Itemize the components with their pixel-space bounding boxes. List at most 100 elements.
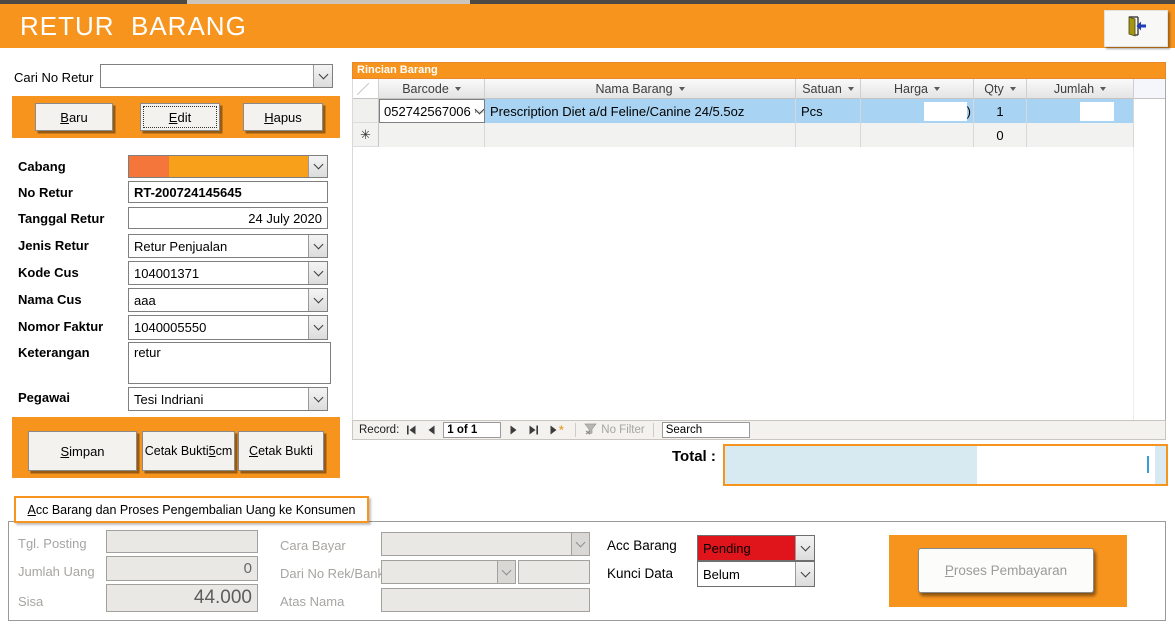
first-record-icon[interactable] [403,422,419,438]
qty-cell-new[interactable]: 0 [974,123,1027,147]
barcode-value: 052742567006 [380,104,475,119]
cara-bayar-label: Cara Bayar [280,538,346,553]
proses-pembayaran-button[interactable]: Proses Pembayaran [918,548,1094,593]
row-filler [1134,99,1165,123]
cabang-value [129,156,308,177]
exit-door-icon [1123,14,1149,43]
jenis-retur-label: Jenis Retur [18,238,89,253]
jumlah-redaction [1080,102,1114,121]
cara-bayar-dropdown-icon [571,533,589,555]
tanggal-retur-label: Tanggal Retur [18,211,104,226]
sisa-label: Sisa [18,594,43,609]
baru-button[interactable]: Baru [35,103,113,131]
column-header-jumlah[interactable]: Jumlah [1027,79,1134,99]
jenis-retur-dropdown-icon[interactable] [308,235,327,257]
nama-cus-combobox[interactable]: aaa [128,288,328,312]
last-record-icon[interactable] [525,422,541,438]
cari-no-retur-combobox[interactable] [100,64,333,88]
record-navigation-bar: Record: * No Filter [352,420,1166,440]
total-field[interactable] [723,444,1168,486]
kode-cus-combobox[interactable]: 104001371 [128,261,328,285]
kode-cus-dropdown-icon[interactable] [308,262,327,284]
row-selector[interactable] [353,99,379,123]
sort-dropdown-icon[interactable] [1100,87,1106,91]
pegawai-combobox[interactable]: Tesi Indriani [128,387,328,411]
edit-button[interactable]: Edit [140,103,220,131]
no-retur-input[interactable] [128,181,328,203]
cetak-bukti-5cm-button[interactable]: Cetak Bukti 5cm [142,431,235,471]
cabang-dropdown-icon[interactable] [308,156,327,177]
acc-barang-proses-button[interactable]: Acc Barang dan Proses Pengembalian Uang … [14,496,369,523]
jenis-retur-combobox[interactable]: Retur Penjualan [128,234,328,258]
new-record-row[interactable]: ✳ 0 [353,123,1165,147]
proses-pembayaran-panel: Proses Pembayaran [889,535,1127,607]
column-header-harga[interactable]: Harga [861,79,974,99]
acc-barang-combobox[interactable]: Pending [697,535,815,561]
nomor-faktur-combobox[interactable]: 1040005550 [128,315,328,340]
acc-barang-label: Acc Barang [607,538,677,553]
harga-cell-empty[interactable] [861,123,974,147]
previous-record-icon[interactable] [423,422,439,438]
column-header-qty[interactable]: Qty [974,79,1027,99]
nama-barang-cell[interactable]: Prescription Diet a/d Feline/Canine 24/5… [485,99,796,123]
sort-dropdown-icon[interactable] [1010,87,1016,91]
filter-funnel-icon [584,423,597,438]
atas-nama-input [381,588,590,612]
acc-barang-dropdown-icon[interactable] [795,536,814,560]
exit-button[interactable] [1104,10,1168,47]
nomor-faktur-dropdown-icon[interactable] [308,316,327,339]
cabang-combobox[interactable] [128,155,328,178]
total-redaction [977,446,1155,484]
keterangan-textarea[interactable]: retur [128,342,331,384]
cari-dropdown-icon[interactable] [313,65,332,87]
jumlah-uang-label: Jumlah Uang [18,564,95,579]
kunci-data-combobox[interactable]: Belum [697,561,815,587]
dari-rek-value [382,561,497,583]
satuan-cell-empty[interactable] [796,123,861,147]
sort-dropdown-icon[interactable] [679,87,685,91]
nama-barang-cell-empty[interactable] [485,123,796,147]
barcode-cell-empty[interactable] [379,123,485,147]
nav-separator [653,423,654,437]
barcode-cell-combobox[interactable]: 052742567006 [379,99,485,123]
next-record-icon[interactable] [505,422,521,438]
new-record-icon[interactable]: * [545,422,567,438]
satuan-cell[interactable]: Pcs [796,99,861,123]
row-filler [1134,123,1165,147]
barcode-dropdown-icon[interactable] [475,110,484,113]
sisa-input [106,584,258,612]
dari-rek-label: Dari No Rek/Bank [280,566,384,581]
sort-dropdown-icon[interactable] [934,87,940,91]
search-records-input[interactable] [662,422,750,438]
select-all-corner[interactable] [353,79,379,99]
title-bar: RETUR BARANG [0,4,1175,48]
column-header-barcode[interactable]: Barcode [379,79,485,99]
jumlah-cell-empty[interactable] [1027,123,1134,147]
cari-no-retur-input[interactable] [101,65,313,87]
no-filter-button[interactable]: No Filter [584,423,644,438]
kunci-data-dropdown-icon[interactable] [795,562,814,586]
column-header-satuan[interactable]: Satuan [796,79,861,99]
qty-cell[interactable]: 1 [974,99,1027,123]
cetak-bukti-button[interactable]: Cetak Bukti [238,431,324,471]
tgl-posting-label: Tgl. Posting [18,536,87,551]
table-row[interactable]: 052742567006 Prescription Diet a/d Felin… [353,99,1165,123]
rincian-barang-datasheet: Barcode Nama Barang Satuan Harga Qty Jum… [352,79,1166,420]
new-record-marker: ✳ [353,123,379,147]
simpan-button[interactable]: Simpan [28,431,137,471]
harga-cell[interactable]: ) [861,99,974,123]
page-title: RETUR BARANG [20,11,247,42]
nama-cus-dropdown-icon[interactable] [308,289,327,311]
datasheet-header-row: Barcode Nama Barang Satuan Harga Qty Jum… [353,79,1165,99]
jenis-retur-value: Retur Penjualan [129,235,308,257]
pegawai-dropdown-icon[interactable] [308,388,327,410]
record-position-box[interactable] [443,422,501,438]
atas-nama-label: Atas Nama [280,594,344,609]
hapus-button[interactable]: Hapus [243,103,323,131]
sort-dropdown-icon[interactable] [848,87,854,91]
jumlah-cell[interactable] [1027,99,1134,123]
sort-dropdown-icon[interactable] [455,87,461,91]
column-header-nama-barang[interactable]: Nama Barang [485,79,796,99]
keterangan-label: Keterangan [18,345,90,360]
tanggal-retur-input[interactable] [128,207,328,229]
